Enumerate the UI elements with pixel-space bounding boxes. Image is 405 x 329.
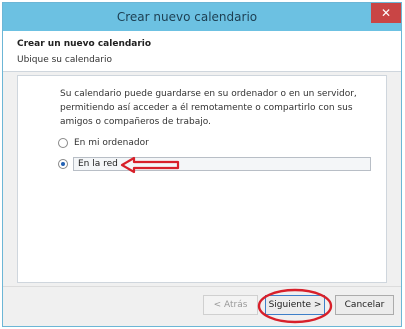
back-button[interactable]: < Atrás xyxy=(203,295,258,315)
radio-network[interactable] xyxy=(58,159,68,169)
close-icon: ✕ xyxy=(380,6,392,20)
cancel-button[interactable]: Cancelar xyxy=(335,295,394,315)
wizard-header: Crear un nuevo calendario Ubique su cale… xyxy=(3,31,401,72)
option-network-label: En la red xyxy=(78,159,118,169)
option-local[interactable]: En mi ordenador xyxy=(58,138,149,148)
description-text: Su calendario puede guardarse en su orde… xyxy=(60,89,357,127)
annotation-ellipse-icon xyxy=(257,288,333,324)
radio-local[interactable] xyxy=(58,138,68,148)
network-option-field[interactable]: En la red xyxy=(73,157,371,171)
close-button[interactable]: ✕ xyxy=(371,3,401,23)
content-panel: Su calendario puede guardarse en su orde… xyxy=(17,75,387,283)
option-local-label: En mi ordenador xyxy=(74,138,149,148)
footer-divider xyxy=(3,286,401,287)
step-subtitle: Ubique su calendario xyxy=(17,55,113,65)
option-network[interactable] xyxy=(58,159,68,169)
dialog-window: Crear nuevo calendario ✕ Crear un nuevo … xyxy=(2,2,402,327)
annotation-arrow-icon xyxy=(120,156,180,174)
step-title: Crear un nuevo calendario xyxy=(17,39,152,49)
window-title: Crear nuevo calendario xyxy=(116,10,258,24)
titlebar[interactable]: Crear nuevo calendario ✕ xyxy=(3,3,401,31)
